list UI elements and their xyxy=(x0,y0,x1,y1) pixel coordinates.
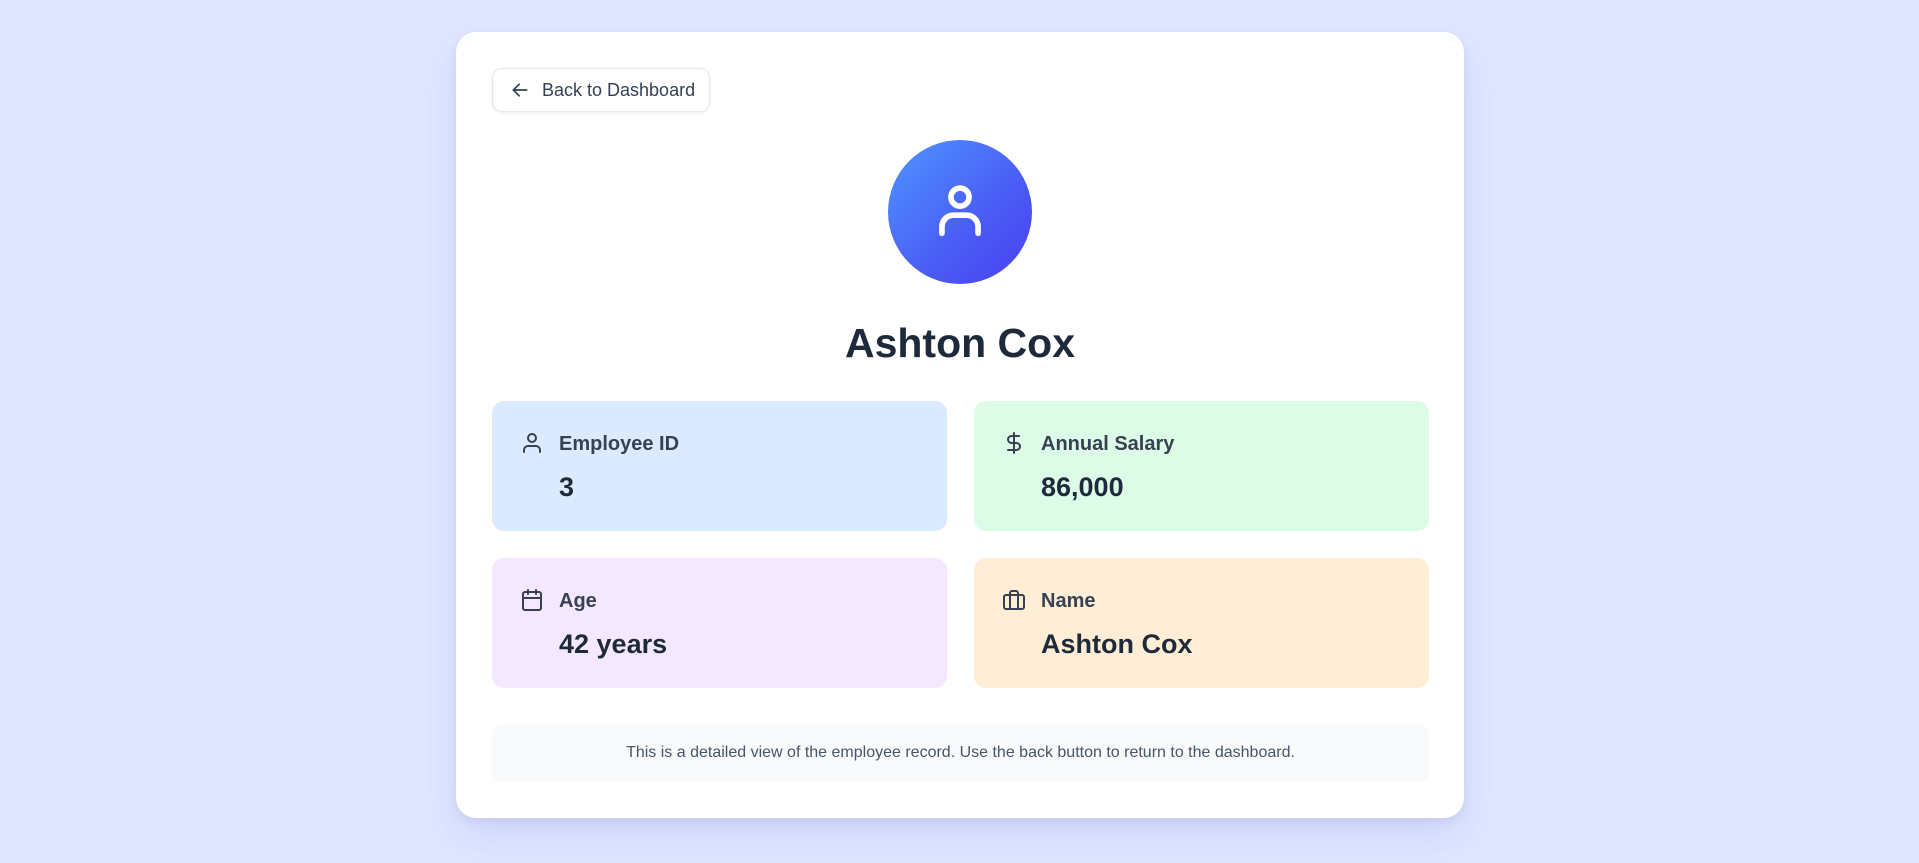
user-icon xyxy=(519,430,545,456)
annual-salary-value: 86,000 xyxy=(1041,472,1124,502)
employee-id-value: 3 xyxy=(559,472,575,502)
age-card: Age 42 years xyxy=(492,558,947,688)
annual-salary-card: Annual Salary 86,000 xyxy=(974,401,1429,531)
name-card: Name Ashton Cox xyxy=(974,558,1429,688)
back-to-dashboard-button[interactable]: Back to Dashboard xyxy=(492,68,710,112)
name-label: Name xyxy=(1041,590,1096,612)
user-icon xyxy=(929,179,991,246)
name-value: Ashton Cox xyxy=(1041,629,1193,659)
briefcase-icon xyxy=(1001,587,1027,613)
annual-salary-label: Annual Salary xyxy=(1041,433,1175,455)
age-value: 42 years xyxy=(559,629,668,659)
footer-note: This is a detailed view of the employee … xyxy=(492,724,1429,782)
employee-name-heading: Ashton Cox xyxy=(844,320,1076,366)
arrow-left-icon xyxy=(510,80,530,100)
calendar-icon xyxy=(519,587,545,613)
age-label: Age xyxy=(559,590,597,612)
avatar xyxy=(888,140,1032,284)
employee-id-label: Employee ID xyxy=(559,433,680,455)
employee-detail-card: Back to Dashboard Ashton Cox Employee ID… xyxy=(456,32,1464,818)
dollar-icon xyxy=(1001,430,1027,456)
back-button-label: Back to Dashboard xyxy=(542,79,696,100)
employee-id-card: Employee ID 3 xyxy=(492,401,947,531)
